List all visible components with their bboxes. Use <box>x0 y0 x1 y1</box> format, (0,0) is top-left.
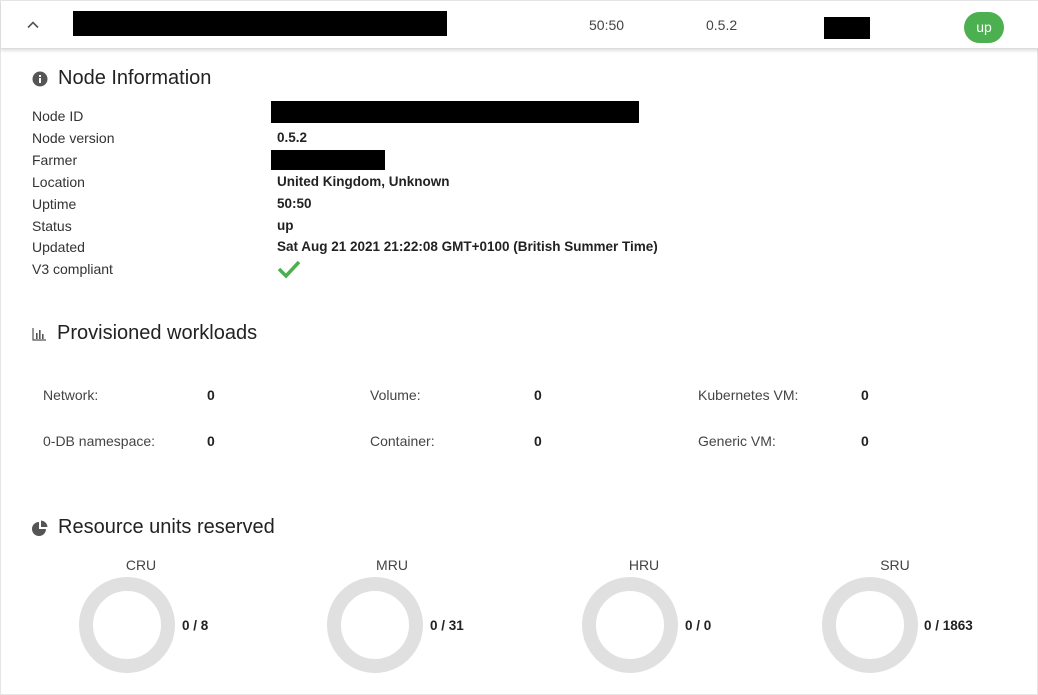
resources-title: Resource units reserved <box>32 516 275 539</box>
ru-donut-hru <box>582 577 678 673</box>
workload-label-network: Network: <box>43 387 99 403</box>
node-info-title-text: Node Information <box>58 67 212 89</box>
pie-chart-icon <box>32 520 48 536</box>
label-farmer: Farmer <box>32 152 78 168</box>
workloads-title: Provisioned workloads <box>32 322 257 345</box>
info-icon <box>32 71 48 87</box>
label-v3-compliant: V3 compliant <box>32 261 113 277</box>
ru-label-cru: CRU <box>125 557 157 573</box>
bar-chart-icon <box>32 327 47 341</box>
redacted-node-id-value <box>271 101 639 123</box>
workload-label-volume: Volume: <box>370 387 421 403</box>
workload-value-0db-namespace: 0 <box>207 433 215 449</box>
ru-label-mru: MRU <box>376 557 408 573</box>
workload-value-container: 0 <box>534 433 542 449</box>
ru-value-cru: 0 / 8 <box>182 618 209 633</box>
workloads-title-text: Provisioned workloads <box>57 322 258 344</box>
workload-label-0db-namespace: 0-DB namespace: <box>43 433 156 449</box>
ru-label-hru: HRU <box>628 557 660 573</box>
check-icon <box>277 259 301 284</box>
workload-label-generic-vm: Generic VM: <box>698 433 776 449</box>
label-uptime: Uptime <box>32 196 77 212</box>
value-updated: Sat Aug 21 2021 21:22:08 GMT+0100 (Briti… <box>277 239 658 254</box>
header-uptime: 50:50 <box>589 17 625 33</box>
workload-value-volume: 0 <box>534 387 542 403</box>
label-location: Location <box>32 174 85 190</box>
ru-value-hru: 0 / 0 <box>685 618 712 633</box>
ru-value-sru: 0 / 1863 <box>924 618 973 633</box>
chevron-up-icon[interactable] <box>25 17 41 33</box>
value-status: up <box>277 218 294 233</box>
workload-value-network: 0 <box>207 387 215 403</box>
label-status: Status <box>32 218 72 234</box>
ru-donut-sru <box>822 577 918 673</box>
workload-label-container: Container: <box>370 433 435 449</box>
header-version: 0.5.2 <box>706 17 738 33</box>
value-node-version: 0.5.2 <box>277 130 308 145</box>
ru-value-mru: 0 / 31 <box>430 618 464 633</box>
redacted-farm <box>824 17 870 39</box>
node-info-title: Node Information <box>32 67 211 90</box>
node-details-panel: 50:50 0.5.2 up Node Information Node ID … <box>0 0 1038 695</box>
label-updated: Updated <box>32 239 85 255</box>
value-uptime: 50:50 <box>277 196 312 211</box>
redacted-farmer-value <box>271 150 385 170</box>
ru-donut-mru <box>327 577 423 673</box>
workload-label-kubernetes-vm: Kubernetes VM: <box>698 387 799 403</box>
resources-title-text: Resource units reserved <box>58 516 275 538</box>
ru-donut-cru <box>79 577 175 673</box>
value-location: United Kingdom, Unknown <box>277 174 450 189</box>
ru-label-sru: SRU <box>880 557 910 573</box>
workload-value-kubernetes-vm: 0 <box>861 387 869 403</box>
label-node-version: Node version <box>32 130 115 146</box>
workload-value-generic-vm: 0 <box>861 433 869 449</box>
status-badge[interactable]: up <box>964 12 1004 43</box>
label-node-id: Node ID <box>32 108 84 124</box>
redacted-node-id <box>73 11 447 36</box>
node-row-header[interactable]: 50:50 0.5.2 up <box>1 1 1038 49</box>
